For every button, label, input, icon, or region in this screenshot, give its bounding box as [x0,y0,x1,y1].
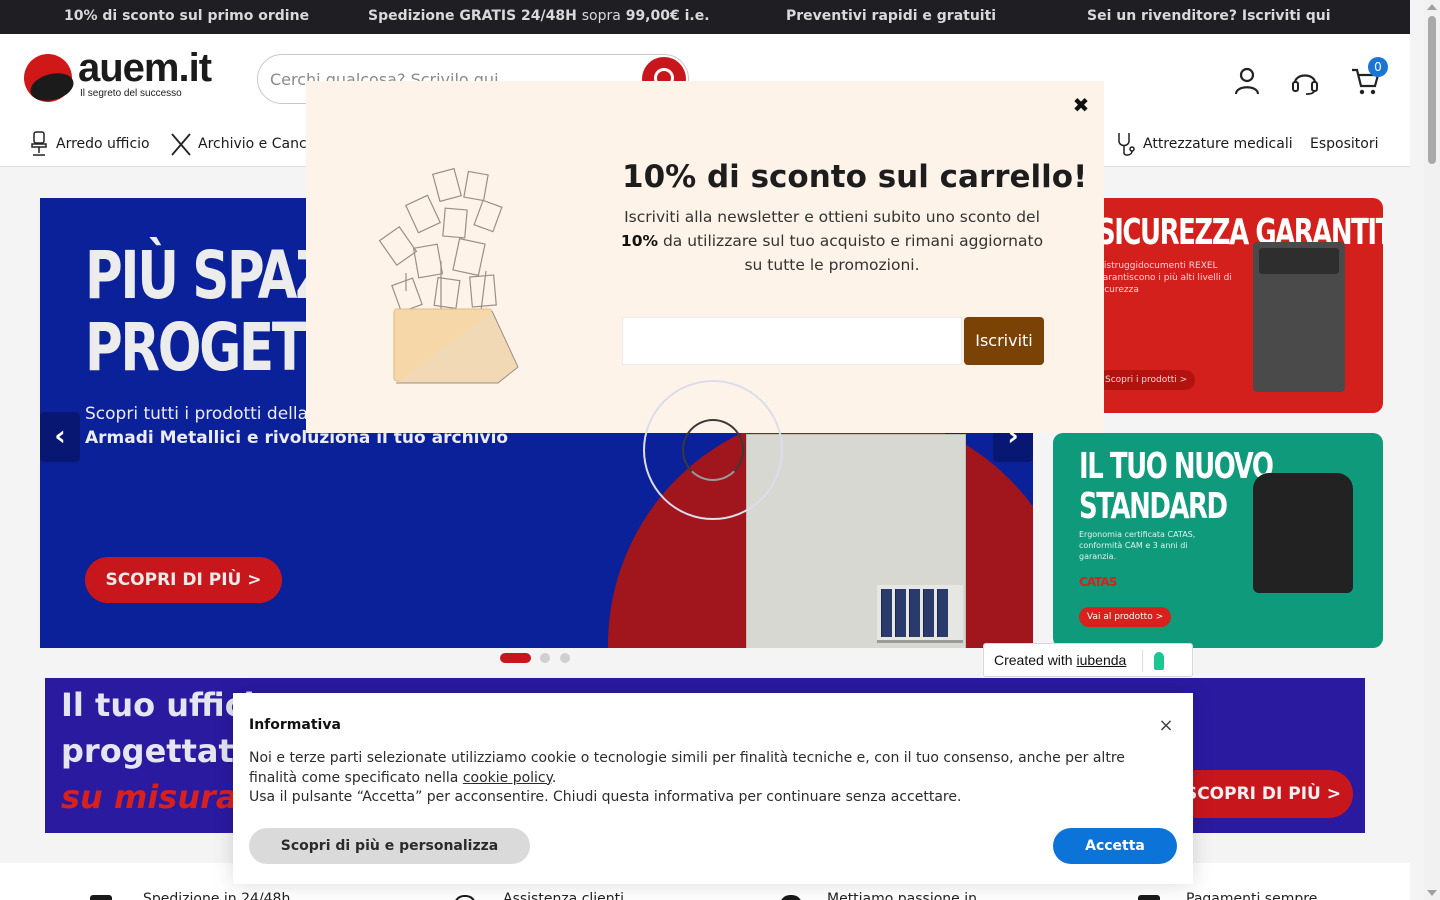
binder [909,589,920,637]
scroll-up-icon[interactable] [1427,4,1437,10]
feature-payments: Pagamenti sempre [1186,891,1318,900]
newsletter-desc-part2: da utilizzare sul tuo acquisto e rimani … [662,232,1044,274]
carousel-dot-active[interactable] [500,653,531,663]
side-banner-standard-title-line1: IL TUO NUOVO [1079,446,1274,487]
promo-quotes[interactable]: Preventivi rapidi e gratuiti [786,8,996,24]
logo-wordmark: auem.it [78,46,212,90]
nav-item-attrezzature-medicali[interactable]: Attrezzature medicali [1115,130,1293,158]
scrollbar-thumb[interactable] [1428,16,1436,164]
nav-item-arredo-ufficio[interactable]: Arredo ufficio [28,130,150,158]
binder [881,589,892,637]
hero-cta-button[interactable]: SCOPRI DI PIÙ > [85,557,282,603]
promo-banner-line2: progettato [61,732,256,770]
promo-first-order[interactable]: 10% di sconto sul primo ordine [64,8,309,24]
nav-item-espositori[interactable]: Espositori [1310,130,1378,158]
heart-icon [780,895,802,900]
payment-icon [1138,895,1160,900]
office-chair-image [1253,473,1353,593]
promo-reseller[interactable]: Sei un rivenditore? Iscriviti qui [1087,8,1331,24]
stethoscope-icon [1118,133,1135,156]
promo-free-shipping-light: sopra [581,8,621,24]
iubenda-badge[interactable]: Created with iubenda [983,643,1193,677]
carousel-dot[interactable] [540,653,550,663]
envelopes-laptop-illustration [378,167,519,384]
promo-banner-cta[interactable]: SCOPRI DI PIÙ > [1173,770,1353,818]
feature-support: Assistenza clienti [503,891,625,900]
side-banner-standard-text: Ergonomia certificata CATAS, conformità … [1079,530,1196,561]
customize-button[interactable]: Scopri di più e personalizza [249,828,530,864]
logo-mark [24,54,72,102]
side-banner-standard-title: IL TUO NUOVO STANDARD [1079,446,1274,527]
cookie-banner: Informativa × Noi e terze parti selezion… [233,693,1193,884]
carousel-dot[interactable] [560,653,570,663]
side-banner-standard-title-line2: STANDARD [1079,486,1228,527]
cookie-banner-text1: Noi e terze parti selezionate utilizziam… [249,749,1149,788]
site-logo[interactable]: auem.it Il segreto del successo [24,46,234,104]
promo-banner-line3: su misura [61,778,238,816]
shipping-icon [90,895,112,900]
side-banner-standard[interactable]: IL TUO NUOVO STANDARD Ergonomia certific… [1053,433,1383,648]
close-icon[interactable]: × [1157,717,1175,735]
logo-tagline: Il segreto del successo [80,88,182,99]
newsletter-desc-bold: 10% [620,232,659,250]
side-banner-security-cta[interactable]: Scopri i prodotti > [1097,370,1196,390]
feature-passion: Mettiamo passione in [827,891,978,900]
cookie-banner-text2: Usa il pulsante “Accetta” per acconsenti… [249,789,962,805]
support-icon [454,895,476,900]
promo-free-shipping-bold: Spedizione GRATIS 24/48H [368,8,577,24]
catas-logo: CATAS [1079,575,1117,589]
office-chair-icon [31,131,47,156]
promo-free-shipping[interactable]: Spedizione GRATIS 24/48H sopra 99,00€ i.… [368,8,710,24]
user-icon[interactable] [1232,66,1262,96]
binder [923,589,934,637]
iubenda-link[interactable]: iubenda [1076,652,1126,668]
iubenda-flag-icon [1154,652,1164,670]
newsletter-description: Iscriviti alla newsletter e ottieni subi… [614,205,1050,277]
nav-item-label: Espositori [1310,136,1379,152]
newsletter-desc-part1: Iscriviti alla newsletter e ottieni subi… [624,208,1040,226]
side-banner-standard-cta[interactable]: Vai al prodotto > [1079,607,1172,627]
top-promo-bar: 10% di sconto sul primo ordine Spedizion… [0,0,1410,34]
iubenda-text: Created with iubenda [994,652,1126,668]
ruler-pencil-icon [171,133,191,156]
cookie-policy-link[interactable]: cookie policy [463,770,552,786]
newsletter-email-field[interactable] [622,317,962,365]
accept-button[interactable]: Accetta [1053,828,1177,864]
cart-count-badge: 0 [1368,57,1388,77]
nav-item-label: Attrezzature medicali [1143,136,1293,152]
binder [895,589,906,637]
iubenda-prefix: Created with [994,652,1073,668]
newsletter-title: 10% di sconto sul carrello! [622,159,1088,195]
cookie-text1: Noi e terze parti selezionate utilizziam… [249,750,1125,786]
binder [937,589,948,637]
page-scrollbar[interactable] [1424,0,1440,900]
cabinet-shelf [877,585,963,643]
cookie-text1-end: . [551,769,557,786]
iubenda-separator [1142,650,1143,672]
newsletter-subscribe-button[interactable]: Iscriviti [964,317,1044,365]
loading-spinner-inner [682,419,744,481]
scroll-down-icon[interactable] [1427,890,1437,896]
shredder-image [1253,242,1345,392]
promo-free-shipping-amount: 99,00€ i.e. [625,8,710,24]
nav-item-label: Arredo ufficio [56,136,150,152]
side-banner-security-text: Distruggidocumenti REXEL garantiscono i … [1097,261,1232,295]
headset-icon[interactable] [1290,66,1320,96]
close-icon[interactable]: ✖ [1072,95,1090,115]
cookie-banner-title: Informativa [249,717,341,733]
feature-shipping: Spedizione in 24/48h [143,891,291,900]
carousel-prev-icon[interactable]: ‹ [40,412,80,462]
